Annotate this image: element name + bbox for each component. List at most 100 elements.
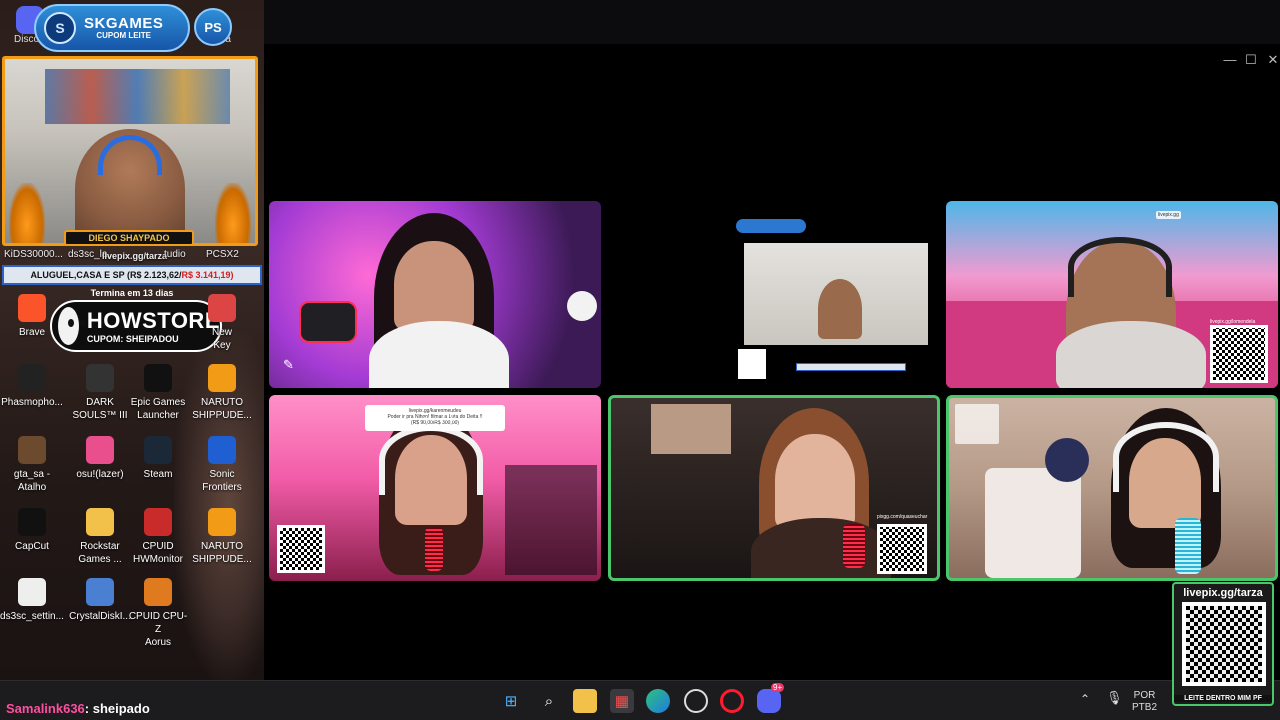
headphones-icon [1113, 422, 1219, 492]
desktop-label-pcsx2[interactable]: PCSX2 [206, 249, 239, 260]
phasmophobia-icon [18, 364, 46, 392]
nested-goal-bar [796, 363, 906, 371]
livepix-qr-code [1210, 325, 1268, 383]
sonic-icon [208, 436, 236, 464]
dark-souls-icon [86, 364, 114, 392]
screen: Discor ra S SKGAMES CUPOM LEITE PS DIEGO… [0, 0, 1280, 720]
desktop-shortcut[interactable]: CrystalDiskI... [68, 578, 132, 623]
desktop-shortcut-label: DARK SOULS™ III [72, 397, 128, 421]
streamer-body [751, 518, 891, 578]
plush-cat-icon [1045, 438, 1089, 482]
search-icon[interactable]: ⌕ [537, 689, 561, 713]
gta-sa-icon [18, 436, 46, 464]
maximize-button[interactable]: ☐ [1241, 50, 1261, 70]
stream-tile-1[interactable]: ✎ [269, 201, 601, 388]
desktop-shortcut[interactable]: Epic Games Launcher [126, 364, 190, 422]
desktop-shortcut-label: New Key [211, 327, 232, 351]
tile3-donation-overlay: livepix.gg [1156, 211, 1181, 219]
microphone-icon [1175, 518, 1201, 574]
desktop-shortcut-label: NARUTO SHIPPUDE... [192, 397, 252, 421]
streamer-shirt [1056, 321, 1206, 388]
livepix-qr-code [1182, 602, 1266, 686]
stream-tile-2[interactable] [608, 201, 940, 388]
desktop-shortcut-label: Steam [143, 469, 173, 480]
desktop-shortcut[interactable]: NARUTO SHIPPUDE... [190, 508, 254, 566]
chat-text: : sheipado [84, 701, 150, 716]
opera-gx-icon[interactable] [720, 689, 744, 713]
skgames-badge: S SKGAMES CUPOM LEITE [34, 4, 190, 52]
close-button[interactable]: ✕ [1263, 50, 1280, 70]
desktop-shortcut-label: CapCut [15, 541, 49, 552]
streamer-webcam [2, 56, 258, 246]
language-indicator[interactable]: POR PTB2 [1132, 690, 1157, 714]
livepix-footer: LEITE DENTRO MIM PF [1174, 695, 1272, 702]
rockstar-icon [86, 508, 114, 536]
desktop-label-kids[interactable]: KiDS30000... [4, 249, 63, 260]
file-explorer-icon[interactable] [573, 689, 597, 713]
desktop-shortcut-label: Rockstar Games ... [78, 541, 122, 565]
desktop-shortcut[interactable]: CPUID HWMonitor [126, 508, 190, 566]
desktop-shortcut[interactable]: Brave [0, 294, 64, 339]
tile3-handle: livepix.gg/lomendela [1210, 319, 1256, 325]
nested-streamer [818, 279, 862, 339]
nested-qr-code [738, 349, 766, 379]
desktop-shortcut[interactable]: New Key [190, 294, 254, 352]
desktop-shortcut-label: Phasmopho... [1, 397, 63, 408]
desktop-shortcut[interactable]: NARUTO SHIPPUDE... [190, 364, 254, 422]
stream-tile-4[interactable]: livepix.gg/karenmeudeu Poder ir pra Niho… [269, 395, 601, 581]
skgames-logo-icon: S [44, 12, 76, 44]
desktop-label-studio[interactable]: tudio [164, 249, 186, 260]
stream-tile-3[interactable]: livepix.gg livepix.gg/lomendela [946, 201, 1278, 388]
tray-overflow-icon[interactable]: ⌃ [1080, 693, 1090, 705]
desktop-shortcut[interactable]: Rockstar Games ... [68, 508, 132, 566]
desktop-shortcut[interactable]: CapCut [0, 508, 64, 553]
desktop-shortcut[interactable]: gta_sa - Atalho [0, 436, 64, 494]
goal-total: R$ 3.141,19) [181, 270, 234, 280]
windows-start-icon[interactable]: ⊞ [499, 689, 523, 713]
windows-taskbar: Samalink636: sheipado ⊞ ⌕ ▦ 9+ ⌃ 🎙 POR P… [0, 680, 1280, 720]
language-code: POR [1133, 690, 1156, 701]
hwmonitor-icon [144, 508, 172, 536]
edge-browser-icon[interactable] [646, 689, 670, 713]
brave-icon [18, 294, 46, 322]
tile4-countdown: Termina em 12 d [423, 417, 461, 423]
desktop-shortcut[interactable]: Steam [126, 436, 190, 481]
pixgg-qr-code [877, 524, 927, 574]
desktop-shortcut-label: Epic Games Launcher [130, 397, 186, 421]
desktop-shortcut-label: CrystalDiskI... [69, 611, 131, 622]
tile6-chat-overlay [955, 404, 999, 444]
desktop-shortcut-label: Sonic Frontiers [202, 469, 242, 493]
webcam-shelf [45, 69, 230, 124]
desktop-shortcut-label: Brave [18, 327, 46, 338]
headphones-icon [1068, 237, 1172, 297]
goal-text: ALUGUEL,CASA E SP (R$ 2.123,62/ [30, 270, 182, 280]
epic-games-icon [144, 364, 172, 392]
discord-icon[interactable]: 9+ [757, 683, 785, 713]
pillow [985, 468, 1081, 578]
microphone-icon [843, 524, 865, 568]
headphones-icon [379, 425, 483, 495]
microsoft-store-icon[interactable]: ▦ [610, 689, 634, 713]
stream-tile-6[interactable] [946, 395, 1278, 581]
microphone-tray-icon[interactable]: 🎙 [1106, 691, 1123, 704]
microphone-icon [425, 527, 443, 571]
mic-muted-icon[interactable]: ✎ [283, 357, 301, 375]
cpuz-icon [144, 578, 172, 606]
capcut-icon [18, 508, 46, 536]
minimize-button[interactable]: — [1220, 50, 1240, 70]
livepix-url: livepix.gg/tarza [1183, 587, 1263, 599]
playstation-icon: PS [194, 8, 232, 46]
desktop-shortcut[interactable]: ds3sc_settin... [0, 578, 64, 623]
desktop-shortcut[interactable]: DARK SOULS™ III [68, 364, 132, 422]
chrome-icon[interactable] [684, 689, 708, 713]
stream-tile-5[interactable]: pixgg.com/quaseuchar [608, 395, 940, 581]
desktop-shortcut[interactable]: CPUID CPU-Z Aorus [126, 578, 190, 649]
desktop-shortcut[interactable]: Sonic Frontiers [190, 436, 254, 494]
streamer-body [369, 321, 509, 388]
osu-icon [86, 436, 114, 464]
wall-poster [651, 404, 731, 454]
desktop-shortcut[interactable]: Phasmopho... [0, 364, 64, 409]
naruto-icon [208, 508, 236, 536]
chat-overlay-message: Samalink636: sheipado [6, 701, 150, 716]
desktop-shortcut[interactable]: osu!(lazer) [68, 436, 132, 481]
